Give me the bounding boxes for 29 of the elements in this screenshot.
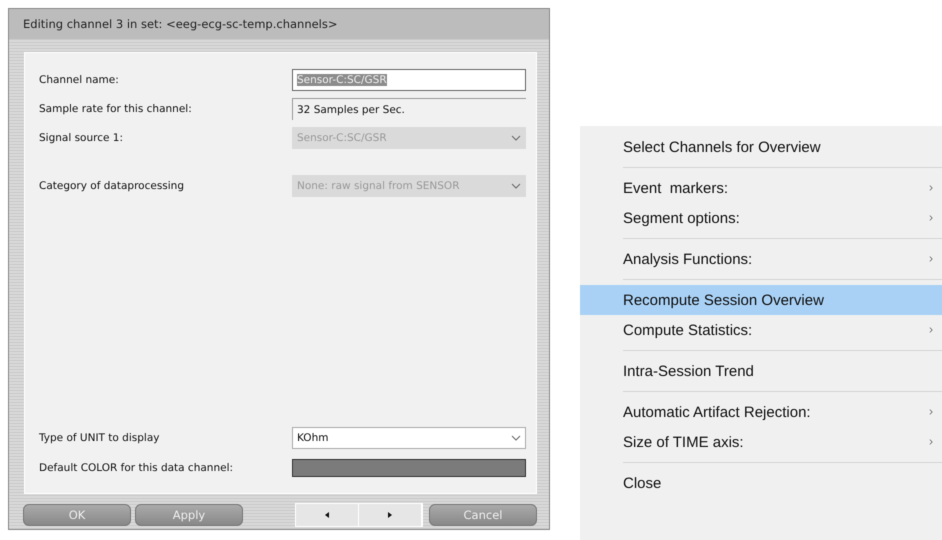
next-button[interactable] <box>359 504 422 526</box>
dropdown: Sensor-C:SC/GSR <box>292 127 526 149</box>
field-label: Sample rate for this channel: <box>39 103 192 115</box>
menu-item[interactable]: Automatic Artifact Rejection: <box>580 397 942 427</box>
menu-item[interactable]: Close <box>580 468 942 498</box>
previous-button[interactable] <box>296 504 359 526</box>
field-label: Type of UNIT to display <box>39 432 160 444</box>
menu-item[interactable]: Select Channels for Overview <box>580 132 942 162</box>
left-triangle-icon <box>325 512 329 518</box>
menu-item[interactable]: Event markers: <box>580 173 942 203</box>
window-title: Editing channel 3 in set: <eeg-ecg-sc-temp.channels> <box>9 9 549 39</box>
field-label: Signal source 1: <box>39 132 124 144</box>
field-label: Channel name: <box>39 74 119 86</box>
field-label: Category of dataprocessing <box>39 180 184 192</box>
field-label: Default COLOR for this data channel: <box>39 462 234 474</box>
color-swatch[interactable] <box>292 459 526 477</box>
dropdown-chevron-icon <box>511 435 521 441</box>
menu-item[interactable]: Analysis Functions: <box>580 244 942 274</box>
dropdown-chevron-icon <box>511 183 521 189</box>
menu-item[interactable]: Size of TIME axis: <box>580 427 942 457</box>
menu-item[interactable]: Segment options: <box>580 203 942 233</box>
menu-item[interactable]: Compute Statistics: <box>580 315 942 345</box>
dropdown[interactable]: KOhm <box>292 427 526 449</box>
menu-item[interactable]: Intra-Session Trend <box>580 356 942 386</box>
menu-item[interactable]: Recompute Session Overview <box>580 285 942 315</box>
readonly-field: 32 Samples per Sec. <box>292 98 526 120</box>
dropdown: None: raw signal from SENSOR <box>292 175 526 197</box>
right-triangle-icon <box>388 512 392 518</box>
dropdown-chevron-icon <box>511 135 521 141</box>
